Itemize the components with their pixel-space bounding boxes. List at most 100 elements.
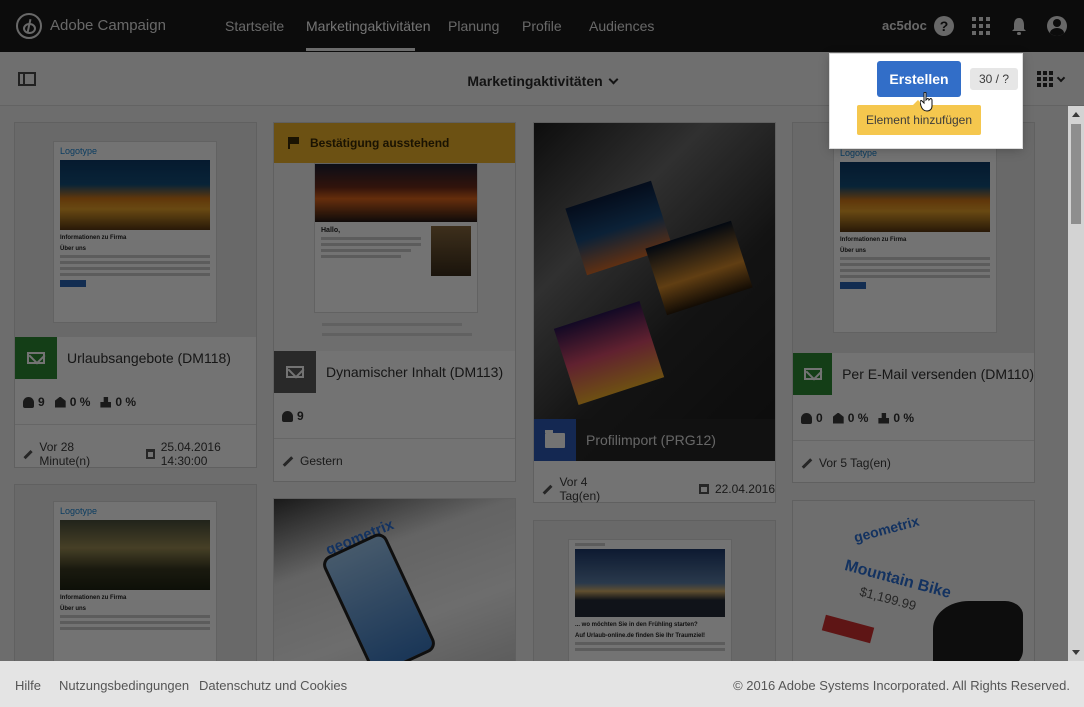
help-icon[interactable]: ?	[934, 16, 954, 36]
email-type-icon	[793, 353, 833, 395]
email-type-icon	[274, 351, 316, 393]
nav-item-planning[interactable]: Planung	[448, 18, 499, 34]
nav-item-home[interactable]: Startseite	[225, 18, 284, 34]
calendar-icon	[699, 484, 709, 494]
create-highlight-panel: Erstellen 30 / ? Element hinzufügen	[830, 54, 1022, 148]
clicks-icon	[878, 412, 890, 424]
flag-icon	[288, 137, 300, 149]
folder-type-icon	[534, 419, 576, 461]
email-logo: Logotype	[60, 506, 210, 516]
create-tooltip: Element hinzufügen	[857, 100, 981, 135]
modified-time: Gestern	[300, 454, 343, 468]
card-mountain-bike[interactable]: geometrix Mountain Bike $1,199.99	[792, 500, 1035, 661]
user-avatar-icon[interactable]	[1047, 16, 1067, 36]
recipients-icon	[282, 410, 293, 422]
recipients-icon	[23, 396, 34, 408]
scroll-up-icon[interactable]	[1072, 112, 1080, 117]
card-prg12[interactable]: Profilimport (PRG12) Vor 4 Tag(en) 22.04…	[533, 122, 776, 503]
email-heading: ... wo möchten Sie in den Frühling start…	[575, 622, 698, 628]
nav-item-audiences[interactable]: Audiences	[589, 18, 654, 34]
email-preview: Logotype Informationen zu Firma Über uns	[53, 501, 217, 661]
email-logo-part-2: type	[860, 148, 878, 158]
app-title[interactable]: Adobe Campaign	[50, 17, 166, 34]
hand-cursor-icon	[920, 92, 933, 112]
card-geometrix-phone[interactable]: geometrix	[273, 498, 516, 661]
footer-link-help[interactable]: Hilfe	[15, 678, 41, 693]
email-type-icon	[15, 337, 57, 379]
modified-time: Vor 4 Tag(en)	[559, 475, 601, 503]
card-title[interactable]: Profilimport (PRG12)	[586, 432, 716, 448]
top-bar: Adobe Campaign Startseite Marketingaktiv…	[0, 0, 1084, 52]
calendar-icon	[145, 449, 155, 459]
modified-time: Vor 28 Minute(n)	[39, 440, 91, 468]
card-footer: Vor 28 Minute(n) 25.04.2016 14:30:00	[23, 440, 256, 468]
email-logo-part-1: Logo	[60, 146, 81, 156]
card-footer: Vor 4 Tag(en) 22.04.2016	[542, 475, 775, 503]
card-label-bar: Dynamischer Inhalt (DM113)	[274, 351, 515, 393]
card-thumbnail: ... wo möchten Sie in den Frühling start…	[534, 521, 775, 661]
vertical-scrollbar[interactable]	[1068, 106, 1084, 661]
recipients-icon	[801, 412, 812, 424]
active-tab-indicator	[306, 48, 415, 51]
page-title-label: Marketingaktivitäten	[467, 73, 603, 89]
email-preview: Hallo,	[314, 163, 478, 313]
view-switcher-icon[interactable]	[1037, 71, 1053, 87]
create-button[interactable]: Erstellen	[877, 61, 961, 97]
card-thumbnail: geometrix Mountain Bike $1,199.99	[793, 501, 1034, 661]
recipients-count: 0	[816, 411, 823, 425]
apps-grid-icon[interactable]	[972, 17, 990, 35]
card-email-row2[interactable]: Logotype Informationen zu Firma Über uns	[14, 484, 257, 661]
notifications-bell-icon[interactable]	[1010, 16, 1028, 36]
adobe-campaign-logo-icon[interactable]	[16, 13, 42, 39]
pencil-icon	[282, 455, 294, 467]
nav-item-profiles[interactable]: Profile	[522, 18, 562, 34]
email-subheading: Auf Urlaub-online.de finden Sie Ihr Trau…	[575, 633, 706, 639]
card-title[interactable]: Urlaubsangebote (DM118)	[67, 350, 231, 366]
chevron-down-icon	[608, 74, 619, 85]
copyright-text: © 2016 Adobe Systems Incorporated. All R…	[733, 678, 1070, 693]
card-dm110[interactable]: Logotype Informationen zu Firma Über uns…	[792, 122, 1035, 483]
geometrix-logo: geometrix	[852, 512, 921, 546]
nav-item-marketing-activities[interactable]: Marketingaktivitäten	[306, 18, 431, 34]
scroll-down-icon[interactable]	[1072, 650, 1080, 655]
status-bar: Bestätigung ausstehend	[274, 123, 515, 163]
clicks-rate: 0 %	[893, 411, 915, 425]
opens-rate: 0 %	[69, 395, 91, 409]
card-footer: Gestern	[282, 454, 343, 468]
card-label-bar: Per E-Mail versenden (DM110)	[793, 353, 1034, 395]
status-text: Bestätigung ausstehend	[310, 136, 450, 150]
email-logo-part-1: Logo	[60, 506, 81, 516]
card-thumbnail: Logotype Informationen zu Firma Über uns	[15, 485, 256, 661]
card-dm113[interactable]: Bestätigung ausstehend Hallo, Dynamische…	[273, 122, 516, 482]
card-title[interactable]: Dynamischer Inhalt (DM113)	[326, 364, 503, 380]
email-hero-image	[575, 549, 725, 617]
email-subheading: Über uns	[840, 248, 867, 254]
opens-icon	[832, 412, 844, 424]
user-name[interactable]: ac5doc	[882, 18, 927, 33]
card-travel-email[interactable]: ... wo möchten Sie in den Frühling start…	[533, 520, 776, 661]
scheduled-date: 22.04.2016	[714, 482, 775, 496]
card-thumbnail: geometrix	[274, 499, 515, 661]
pencil-icon	[801, 457, 813, 469]
scheduled-date: 25.04.2016 14:30:00	[160, 440, 221, 468]
email-button	[60, 280, 86, 287]
email-preview: Logotype Informationen zu Firma Über uns	[53, 141, 217, 323]
footer-link-privacy[interactable]: Datenschutz und Cookies	[199, 678, 347, 693]
email-logo-part-2: type	[80, 506, 98, 516]
recipients-count: 9	[297, 409, 304, 423]
email-logo: Logotype	[840, 148, 990, 158]
card-title[interactable]: Per E-Mail versenden (DM110)	[842, 366, 1034, 382]
pencil-icon	[542, 483, 553, 495]
card-label-bar: Profilimport (PRG12)	[534, 419, 775, 461]
footer-link-terms[interactable]: Nutzungsbedingungen	[59, 678, 189, 693]
cards-grid: Logotype Informationen zu Firma Über uns…	[0, 106, 1084, 661]
email-button	[840, 282, 866, 289]
email-heading: Informationen zu Firma	[60, 235, 127, 241]
card-label-bar: Urlaubsangebote (DM118)	[15, 337, 256, 379]
promo-button	[821, 614, 875, 644]
clicks-icon	[100, 396, 112, 408]
card-dm118[interactable]: Logotype Informationen zu Firma Über uns…	[14, 122, 257, 468]
email-preview: Logotype Informationen zu Firma Über uns	[833, 143, 997, 333]
scrollbar-thumb[interactable]	[1071, 124, 1081, 224]
card-thumbnail	[534, 123, 775, 461]
